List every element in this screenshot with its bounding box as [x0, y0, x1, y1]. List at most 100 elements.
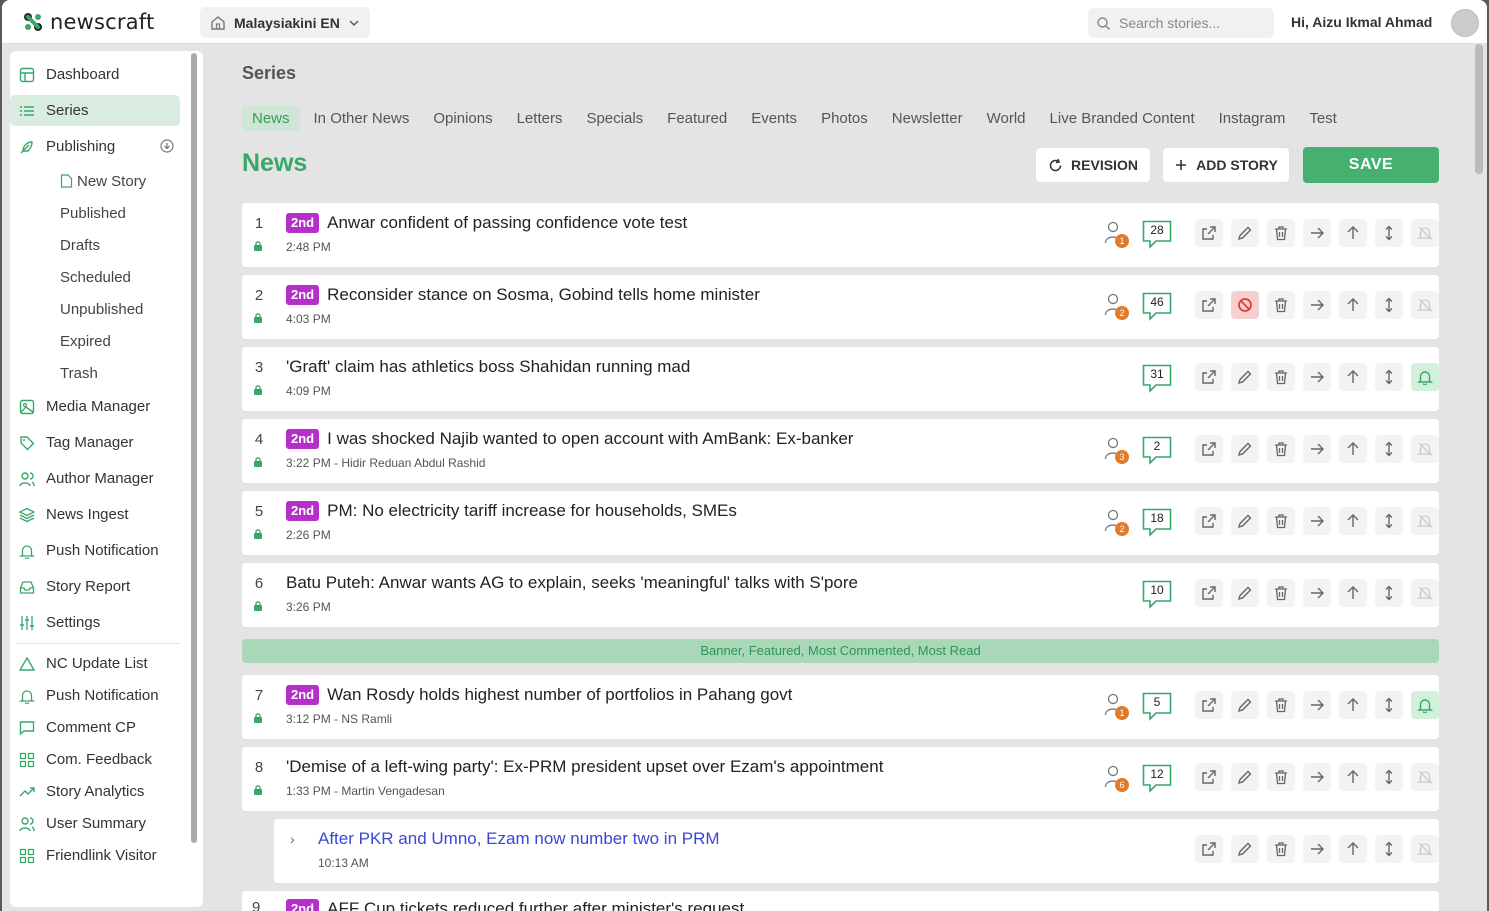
preview-button[interactable]	[1195, 435, 1223, 463]
move-up-button[interactable]	[1339, 435, 1367, 463]
move-up-button[interactable]	[1339, 579, 1367, 607]
delete-button[interactable]	[1267, 579, 1295, 607]
move-up-button[interactable]	[1339, 835, 1367, 863]
story-title[interactable]: Anwar confident of passing confidence vo…	[327, 213, 687, 233]
delete-button[interactable]	[1267, 763, 1295, 791]
add-story-button[interactable]: ADD STORY	[1162, 147, 1290, 183]
authors-indicator[interactable]: 2	[1104, 293, 1130, 323]
story-title[interactable]: Wan Rosdy holds highest number of portfo…	[327, 685, 792, 705]
delete-button[interactable]	[1267, 691, 1295, 719]
move-up-button[interactable]	[1339, 507, 1367, 535]
push-notification-button[interactable]	[1411, 507, 1439, 535]
delete-button[interactable]	[1267, 219, 1295, 247]
chevron-right-icon[interactable]: ›	[290, 831, 295, 847]
revision-button[interactable]: REVISION	[1035, 147, 1151, 183]
story-title[interactable]: 'Demise of a left-wing party': Ex-PRM pr…	[286, 757, 883, 777]
reorder-button[interactable]	[1375, 835, 1403, 863]
story-title[interactable]: 'Graft' claim has athletics boss Shahida…	[286, 357, 690, 377]
move-button[interactable]	[1303, 579, 1331, 607]
sidebar-subitem-drafts[interactable]: Drafts	[60, 233, 100, 257]
reorder-button[interactable]	[1375, 579, 1403, 607]
sidebar-item-nc-update-list[interactable]: NC Update List	[10, 648, 180, 679]
move-button[interactable]	[1303, 219, 1331, 247]
sidebar-item-series[interactable]: Series	[10, 95, 180, 126]
push-notification-button[interactable]	[1411, 835, 1439, 863]
tab-live-branded-content[interactable]: Live Branded Content	[1038, 106, 1207, 131]
sidebar-item-com-feedback[interactable]: Com. Feedback	[10, 744, 180, 775]
authors-indicator[interactable]: 6	[1104, 765, 1130, 795]
sidebar-item-comment-cp[interactable]: Comment CP	[10, 712, 180, 743]
sidebar-item-user-summary[interactable]: User Summary	[10, 808, 180, 839]
move-button[interactable]	[1303, 507, 1331, 535]
story-row[interactable]: 9 2nd AFF Cup tickets reduced further af…	[242, 891, 1439, 911]
collapse-icon[interactable]	[160, 139, 174, 153]
move-button[interactable]	[1303, 291, 1331, 319]
comments-button[interactable]: 2	[1142, 436, 1172, 465]
sidebar-item-story-report[interactable]: Story Report	[10, 571, 180, 602]
preview-button[interactable]	[1195, 291, 1223, 319]
story-row[interactable]: 2 2nd Reconsider stance on Sosma, Gobind …	[242, 275, 1439, 339]
move-up-button[interactable]	[1339, 691, 1367, 719]
authors-indicator[interactable]: 1	[1104, 693, 1130, 723]
sidebar-subitem-scheduled[interactable]: Scheduled	[60, 265, 131, 289]
push-notification-button[interactable]	[1411, 219, 1439, 247]
story-title[interactable]: I was shocked Najib wanted to open accou…	[327, 429, 853, 449]
sidebar-item-dashboard[interactable]: Dashboard	[10, 59, 180, 90]
sidebar-subitem-expired[interactable]: Expired	[60, 329, 111, 353]
edit-button[interactable]	[1231, 691, 1259, 719]
move-up-button[interactable]	[1339, 291, 1367, 319]
move-button[interactable]	[1303, 691, 1331, 719]
authors-indicator[interactable]: 2	[1104, 509, 1130, 539]
move-up-button[interactable]	[1339, 219, 1367, 247]
reorder-button[interactable]	[1375, 435, 1403, 463]
preview-button[interactable]	[1195, 363, 1223, 391]
authors-indicator[interactable]: 3	[1104, 437, 1130, 467]
tab-world[interactable]: World	[975, 106, 1038, 131]
reorder-button[interactable]	[1375, 363, 1403, 391]
push-notification-button[interactable]	[1411, 763, 1439, 791]
tab-news[interactable]: News	[242, 106, 300, 131]
sidebar-subitem-published[interactable]: Published	[60, 201, 126, 225]
move-up-button[interactable]	[1339, 363, 1367, 391]
sidebar-scrollbar[interactable]	[191, 53, 197, 843]
tab-opinions[interactable]: Opinions	[421, 106, 504, 131]
move-button[interactable]	[1303, 835, 1331, 863]
tab-test[interactable]: Test	[1297, 106, 1349, 131]
move-button[interactable]	[1303, 435, 1331, 463]
edit-button[interactable]	[1231, 579, 1259, 607]
authors-indicator[interactable]: 1	[1104, 221, 1130, 251]
move-button[interactable]	[1303, 363, 1331, 391]
tab-letters[interactable]: Letters	[505, 106, 575, 131]
sidebar-item-settings[interactable]: Settings	[10, 607, 180, 638]
delete-button[interactable]	[1267, 507, 1295, 535]
edit-button[interactable]	[1231, 363, 1259, 391]
blocked-button[interactable]	[1231, 291, 1259, 319]
tab-newsletter[interactable]: Newsletter	[880, 106, 975, 131]
avatar[interactable]	[1451, 9, 1479, 37]
story-row[interactable]: 5 2nd PM: No electricity tariff increase …	[242, 491, 1439, 555]
sidebar-item-author-manager[interactable]: Author Manager	[10, 463, 180, 494]
move-button[interactable]	[1303, 763, 1331, 791]
tab-events[interactable]: Events	[739, 106, 809, 131]
edit-button[interactable]	[1231, 507, 1259, 535]
push-notification-button[interactable]	[1411, 435, 1439, 463]
logo[interactable]: newscraft	[22, 10, 154, 34]
sidebar-item-media-manager[interactable]: Media Manager	[10, 391, 180, 422]
preview-button[interactable]	[1195, 691, 1223, 719]
story-title[interactable]: Reconsider stance on Sosma, Gobind tells…	[327, 285, 760, 305]
comments-button[interactable]: 46	[1142, 292, 1172, 321]
reorder-button[interactable]	[1375, 507, 1403, 535]
sidebar-item-push-notification[interactable]: Push Notification	[10, 680, 180, 711]
edit-button[interactable]	[1231, 763, 1259, 791]
preview-button[interactable]	[1195, 579, 1223, 607]
reorder-button[interactable]	[1375, 763, 1403, 791]
sidebar-item-publishing[interactable]: Publishing	[10, 131, 180, 162]
reorder-button[interactable]	[1375, 219, 1403, 247]
story-row[interactable]: 6 Batu Puteh: Anwar wants AG to explain,…	[242, 563, 1439, 627]
comments-button[interactable]: 10	[1142, 580, 1172, 609]
tab-featured[interactable]: Featured	[655, 106, 739, 131]
comments-button[interactable]: 28	[1142, 220, 1172, 249]
move-up-button[interactable]	[1339, 763, 1367, 791]
comments-button[interactable]: 18	[1142, 508, 1172, 537]
comments-button[interactable]: 12	[1142, 764, 1172, 793]
